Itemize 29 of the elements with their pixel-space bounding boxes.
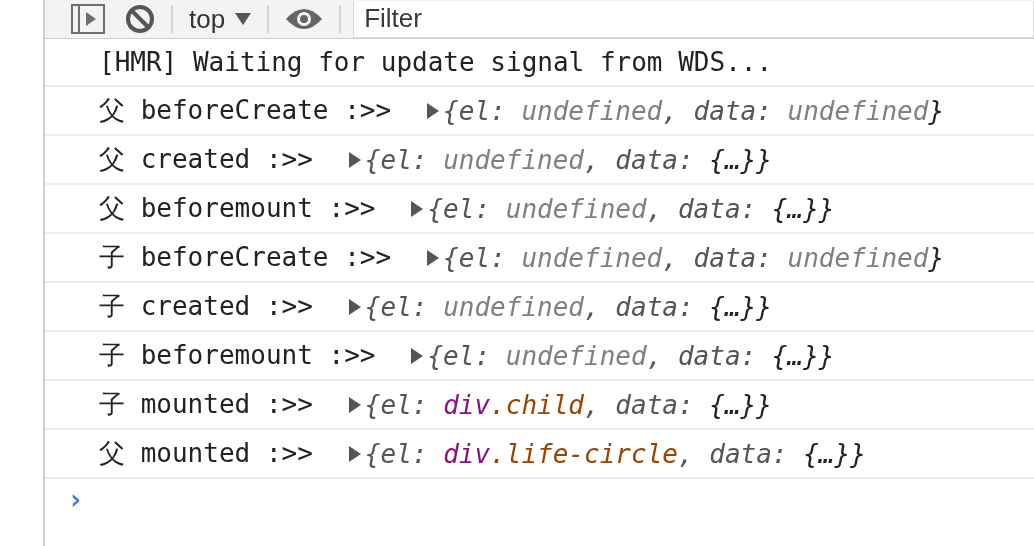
object-preview[interactable]: {el: undefined, data: {…}} — [427, 340, 835, 371]
caret-icon — [235, 13, 252, 25]
log-message: 子 beforeCreate :>> — [99, 241, 392, 274]
log-message: 子 mounted :>> — [99, 388, 313, 421]
expand-triangle-icon[interactable] — [411, 200, 424, 217]
expand-triangle-icon[interactable] — [427, 249, 440, 266]
expand-triangle-icon[interactable] — [348, 151, 361, 168]
object-preview[interactable]: {el: div.child, data: {…}} — [364, 389, 772, 420]
expand-triangle-icon[interactable] — [427, 102, 440, 119]
object-preview[interactable]: {el: undefined, data: undefined} — [443, 95, 945, 126]
log-message: 子 created :>> — [99, 290, 313, 323]
object-preview[interactable]: {el: undefined, data: {…}} — [364, 144, 772, 175]
object-preview[interactable]: {el: div.life-circle, data: {…}} — [364, 438, 866, 469]
context-select[interactable]: top — [179, 0, 262, 38]
object-preview[interactable]: {el: undefined, data: {…}} — [364, 291, 772, 322]
log-message: 父 mounted :>> — [99, 437, 313, 470]
expand-triangle-icon[interactable] — [411, 347, 424, 364]
expand-triangle-icon[interactable] — [348, 396, 361, 413]
log-message: [HMR] Waiting for update signal from WDS... — [99, 47, 773, 77]
filter-field[interactable]: Filter — [353, 0, 1034, 38]
log-message: 父 created :>> — [99, 143, 313, 176]
log-message: 父 beforemount :>> — [99, 192, 376, 225]
console-prompt[interactable]: › — [45, 479, 1034, 516]
log-message: 父 beforeCreate :>> — [99, 94, 392, 127]
expand-triangle-icon[interactable] — [348, 445, 361, 462]
object-preview[interactable]: {el: undefined, data: {…}} — [427, 193, 835, 224]
expand-triangle-icon[interactable] — [348, 298, 361, 315]
log-message: 子 beforemount :>> — [99, 339, 376, 372]
object-preview[interactable]: {el: undefined, data: undefined} — [443, 242, 945, 273]
